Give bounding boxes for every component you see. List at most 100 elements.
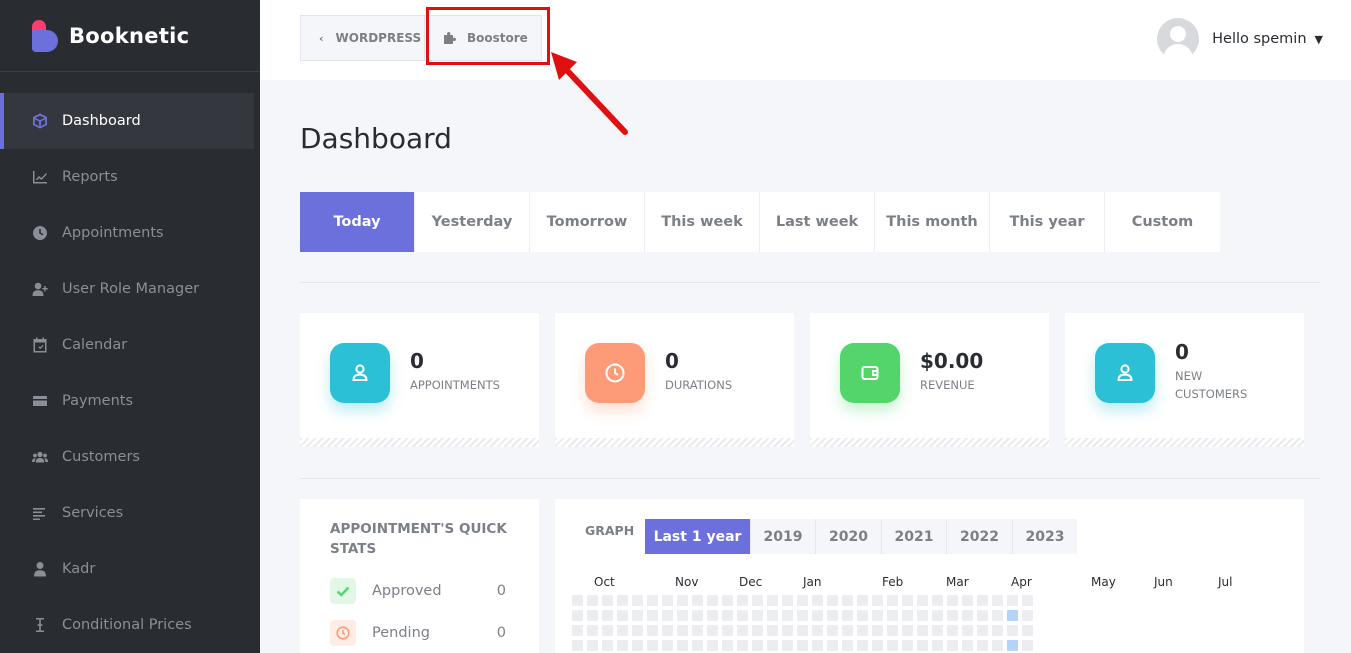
tab-yesterday[interactable]: Yesterday [415, 192, 530, 252]
heatmap-cell[interactable] [1022, 595, 1033, 606]
heatmap-cell[interactable] [812, 595, 823, 606]
heatmap-cell[interactable] [632, 625, 643, 636]
heatmap-cell[interactable] [947, 640, 958, 651]
tab-2020[interactable]: 2020 [816, 519, 882, 554]
tab-custom[interactable]: Custom [1105, 192, 1220, 252]
heatmap-cell[interactable] [872, 595, 883, 606]
heatmap-cell[interactable] [812, 640, 823, 651]
heatmap-cell[interactable] [932, 625, 943, 636]
heatmap-cell[interactable] [797, 625, 808, 636]
heatmap-cell[interactable] [782, 625, 793, 636]
tab-2019[interactable]: 2019 [751, 519, 816, 554]
heatmap-cell[interactable] [677, 610, 688, 621]
tab-this-week[interactable]: This week [645, 192, 760, 252]
heatmap-cell[interactable] [977, 625, 988, 636]
heatmap-cell[interactable] [857, 595, 868, 606]
heatmap-cell[interactable] [572, 640, 583, 651]
heatmap-cell[interactable] [917, 610, 928, 621]
heatmap-cell[interactable] [767, 610, 778, 621]
sidebar-item-appointments[interactable]: Appointments [0, 205, 254, 261]
heatmap-cell[interactable] [752, 640, 763, 651]
heatmap-cell[interactable] [707, 640, 718, 651]
heatmap-cell[interactable] [1022, 625, 1033, 636]
tab-2021[interactable]: 2021 [882, 519, 947, 554]
heatmap-cell[interactable] [752, 625, 763, 636]
heatmap-cell[interactable] [662, 625, 673, 636]
tab-this-month[interactable]: This month [875, 192, 990, 252]
heatmap-cell[interactable] [827, 625, 838, 636]
heatmap-cell[interactable] [932, 595, 943, 606]
sidebar-item-user-role-manager[interactable]: User Role Manager [0, 261, 254, 317]
heatmap-cell[interactable] [587, 640, 598, 651]
heatmap-cell[interactable] [617, 610, 628, 621]
sidebar-item-conditional-prices[interactable]: Conditional Prices [0, 597, 254, 653]
sidebar-item-customers[interactable]: Customers [0, 429, 254, 485]
heatmap-cell[interactable] [707, 610, 718, 621]
heatmap-cell[interactable] [992, 640, 1003, 651]
heatmap-cell[interactable] [872, 625, 883, 636]
heatmap-cell[interactable] [602, 640, 613, 651]
heatmap-cell[interactable] [692, 595, 703, 606]
heatmap-cell[interactable] [707, 625, 718, 636]
heatmap-cell[interactable] [1007, 610, 1018, 621]
heatmap-cell[interactable] [992, 610, 1003, 621]
heatmap-cell[interactable] [737, 595, 748, 606]
heatmap-cell[interactable] [617, 625, 628, 636]
heatmap-cell[interactable] [617, 595, 628, 606]
heatmap-cell[interactable] [962, 595, 973, 606]
heatmap-cell[interactable] [692, 625, 703, 636]
heatmap-cell[interactable] [722, 625, 733, 636]
heatmap-cell[interactable] [692, 640, 703, 651]
heatmap-cell[interactable] [587, 610, 598, 621]
heatmap-cell[interactable] [902, 610, 913, 621]
heatmap-cell[interactable] [662, 610, 673, 621]
heatmap-cell[interactable] [842, 610, 853, 621]
heatmap-cell[interactable] [632, 595, 643, 606]
heatmap-cell[interactable] [737, 625, 748, 636]
heatmap-cell[interactable] [887, 640, 898, 651]
heatmap-cell[interactable] [1007, 595, 1018, 606]
heatmap-cell[interactable] [602, 625, 613, 636]
heatmap-cell[interactable] [782, 640, 793, 651]
heatmap-cell[interactable] [887, 610, 898, 621]
heatmap-cell[interactable] [827, 610, 838, 621]
heatmap-cell[interactable] [797, 595, 808, 606]
heatmap-cell[interactable] [647, 640, 658, 651]
heatmap-cell[interactable] [677, 625, 688, 636]
tab-2022[interactable]: 2022 [947, 519, 1013, 554]
tab-tomorrow[interactable]: Tomorrow [530, 192, 645, 252]
sidebar-item-reports[interactable]: Reports [0, 149, 254, 205]
heatmap-cell[interactable] [722, 640, 733, 651]
heatmap-cell[interactable] [632, 640, 643, 651]
heatmap-cell[interactable] [782, 595, 793, 606]
heatmap-cell[interactable] [677, 640, 688, 651]
heatmap-cell[interactable] [962, 625, 973, 636]
heatmap-cell[interactable] [587, 595, 598, 606]
tab-today[interactable]: Today [300, 192, 415, 252]
boostore-button[interactable]: Boostore [425, 16, 541, 60]
heatmap-cell[interactable] [1007, 625, 1018, 636]
heatmap-cell[interactable] [962, 610, 973, 621]
heatmap-cell[interactable] [872, 610, 883, 621]
heatmap-cell[interactable] [767, 595, 778, 606]
heatmap-cell[interactable] [917, 640, 928, 651]
heatmap-cell[interactable] [1022, 610, 1033, 621]
heatmap-cell[interactable] [587, 625, 598, 636]
heatmap-cell[interactable] [812, 610, 823, 621]
heatmap-cell[interactable] [857, 625, 868, 636]
heatmap-cell[interactable] [977, 610, 988, 621]
heatmap-cell[interactable] [767, 640, 778, 651]
heatmap-cell[interactable] [947, 595, 958, 606]
heatmap-cell[interactable] [857, 640, 868, 651]
heatmap-cell[interactable] [992, 595, 1003, 606]
heatmap-cell[interactable] [737, 610, 748, 621]
heatmap-cell[interactable] [767, 625, 778, 636]
heatmap-cell[interactable] [887, 595, 898, 606]
heatmap-cell[interactable] [752, 595, 763, 606]
heatmap-cell[interactable] [902, 640, 913, 651]
heatmap-cell[interactable] [917, 595, 928, 606]
heatmap-cell[interactable] [797, 610, 808, 621]
sidebar-item-dashboard[interactable]: Dashboard [0, 93, 254, 149]
heatmap-cell[interactable] [737, 640, 748, 651]
heatmap-cell[interactable] [902, 595, 913, 606]
